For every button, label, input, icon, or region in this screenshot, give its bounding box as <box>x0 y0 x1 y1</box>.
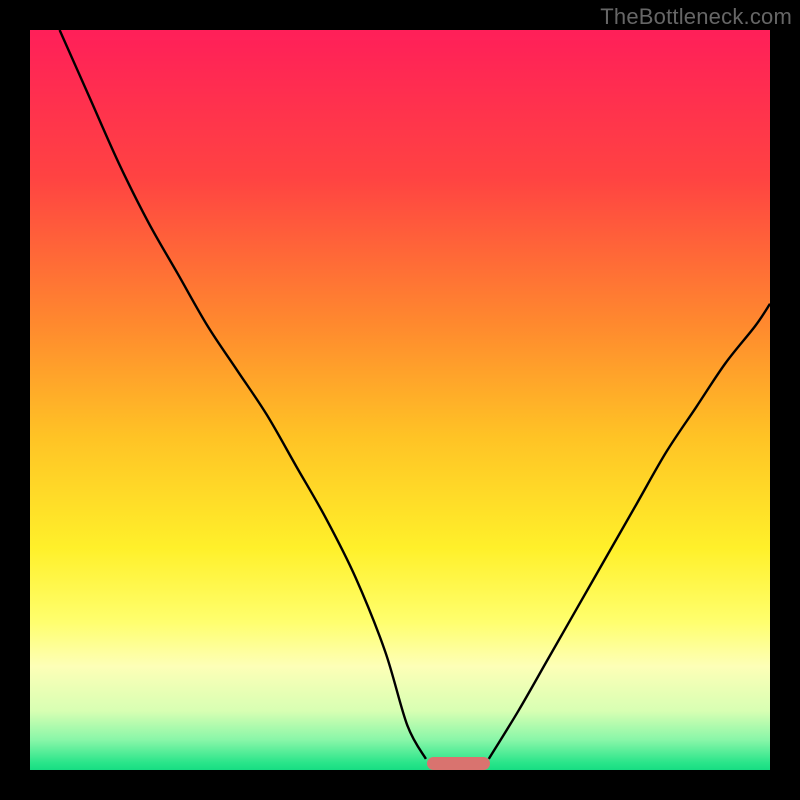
curve-overlay <box>30 30 770 770</box>
chart-area <box>30 30 770 770</box>
right-curve <box>489 304 770 759</box>
left-curve <box>60 30 426 759</box>
watermark-text: TheBottleneck.com <box>600 4 792 30</box>
